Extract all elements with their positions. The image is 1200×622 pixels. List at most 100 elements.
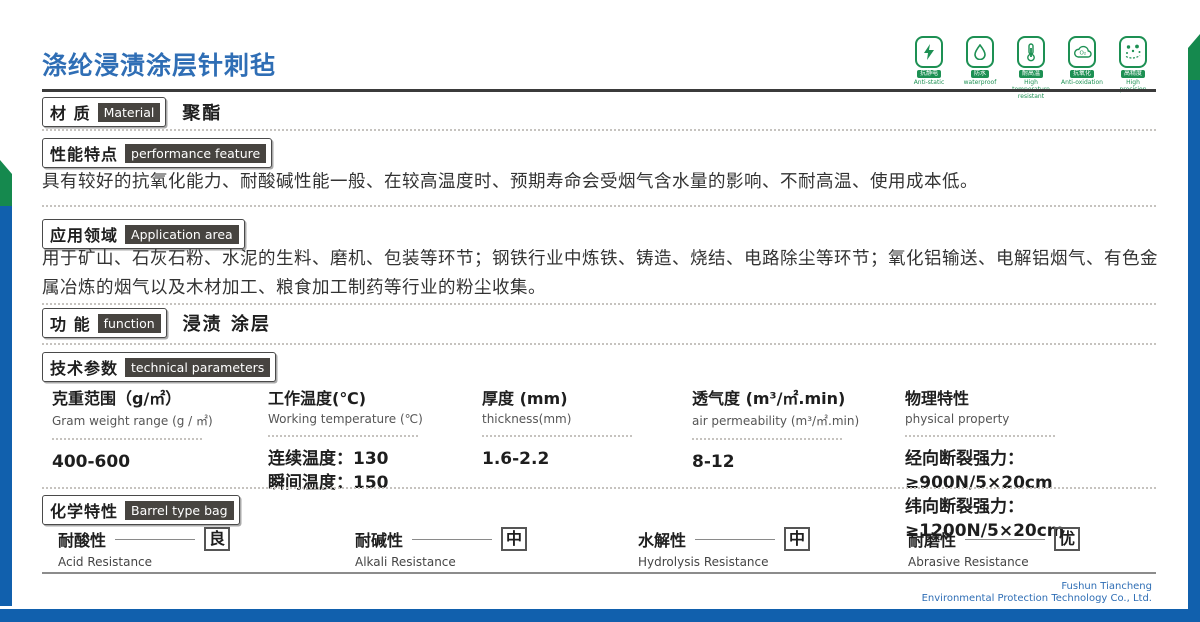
tech-col-thickness: 厚度 (mm) thickness(mm) 1.6-2.2 <box>482 385 692 543</box>
chem-item-row: 水解性 中 <box>638 527 908 551</box>
tech-col-title-cn: 厚度 (mm) <box>482 385 692 409</box>
tech-col-title-en: Gram weight range (g / ㎡) <box>52 412 268 429</box>
tech-col-value: 8-12 <box>692 450 905 474</box>
application-text: 用于矿山、石灰石粉、水泥的生料、磨机、包装等环节；钢铁行业中炼铁、铸造、烧结、电… <box>42 245 1160 303</box>
chem-connector-line <box>695 539 775 540</box>
icon-label-cn: 抗静电 <box>917 70 941 78</box>
tech-col-value: 1.6-2.2 <box>482 447 692 471</box>
chemical-row: 化学特性 Barrel type bag <box>42 495 240 525</box>
water-drop-icon <box>966 36 994 68</box>
icon-label-cn: 高精度 <box>1121 70 1145 78</box>
material-row: 材 质 Material 聚酯 <box>42 97 222 127</box>
product-spec-sheet: 涤纶浸渍涂层针刺毡 抗静电 Anti-static 防水 waterproof … <box>0 0 1200 622</box>
chem-name-cn: 耐磨性 <box>908 527 956 551</box>
icon-label-cn: 耐高温 <box>1019 70 1043 78</box>
function-label-cn: 功 能 <box>50 311 91 335</box>
right-blue-accent-strip <box>1188 80 1200 622</box>
dotted-divider <box>42 343 1156 345</box>
tech-col-title-cn: 工作温度(℃) <box>268 385 482 409</box>
tech-col-title-en: Working temperature (℃) <box>268 412 482 426</box>
tech-col-air-permeability: 透气度 (m³/㎡.min) air permeability (m³/㎡.mi… <box>692 385 905 543</box>
chem-name-cn: 耐碱性 <box>355 527 403 551</box>
chem-item-acid-resistance: 耐酸性 良 Acid Resistance <box>58 527 355 569</box>
chem-item-alkali-resistance: 耐碱性 中 Alkali Resistance <box>355 527 638 569</box>
dotted-divider <box>42 129 1156 131</box>
svg-text:O₂: O₂ <box>1079 51 1086 57</box>
material-value: 聚酯 <box>182 99 222 125</box>
tech-col-title-cn: 物理特性 <box>905 385 1160 409</box>
chem-item-abrasive-resistance: 耐磨性 优 Abrasive Resistance <box>908 527 1168 569</box>
tech-col-value: 瞬间温度：150 <box>268 471 482 495</box>
chem-rating-box: 良 <box>204 527 230 551</box>
chem-name-en: Abrasive Resistance <box>908 555 1168 569</box>
chem-connector-line <box>965 539 1045 540</box>
tech-col-physical-property: 物理特性 physical property 经向断裂强力：≥900N/5×20… <box>905 385 1160 543</box>
precision-dots-icon <box>1119 36 1147 68</box>
material-label-en-badge: Material <box>98 103 161 122</box>
chemical-section-label: 化学特性 Barrel type bag <box>42 495 240 525</box>
icon-label-cn: 防水 <box>971 70 989 78</box>
page-title: 涤纶浸渍涂层针刺毡 <box>42 46 276 82</box>
dotted-divider <box>42 487 1156 489</box>
performance-label-cn: 性能特点 <box>50 141 118 165</box>
dotted-divider <box>42 303 1156 305</box>
lightning-bolt-icon <box>915 36 943 68</box>
chem-name-cn: 耐酸性 <box>58 527 106 551</box>
function-row: 功 能 function 浸渍 涂层 <box>42 308 271 338</box>
chem-name-cn: 水解性 <box>638 527 686 551</box>
tech-col-dotted-rule <box>268 435 418 437</box>
tech-col-working-temperature: 工作温度(℃) Working temperature (℃) 连续温度：130… <box>268 385 482 543</box>
performance-label-en-badge: performance feature <box>125 144 266 163</box>
bottom-blue-bar <box>0 609 1200 622</box>
tech-col-title-cn: 克重范围（g/㎡） <box>52 385 268 409</box>
technical-label-cn: 技术参数 <box>50 355 118 379</box>
technical-row: 技术参数 technical parameters <box>42 352 276 382</box>
tech-col-title-en: physical property <box>905 412 1160 426</box>
tech-col-dotted-rule <box>905 435 1055 437</box>
function-section-label: 功 能 function <box>42 308 167 338</box>
technical-section-label: 技术参数 technical parameters <box>42 352 276 382</box>
icon-label-en: waterproof <box>964 79 997 86</box>
tech-col-dotted-rule <box>482 435 632 437</box>
performance-section-label: 性能特点 performance feature <box>42 138 272 168</box>
function-value: 浸渍 涂层 <box>183 310 271 336</box>
chem-connector-line <box>115 539 195 540</box>
material-label-cn: 材 质 <box>50 100 91 124</box>
chem-rating-box: 优 <box>1054 527 1080 551</box>
left-green-accent-strip <box>0 160 12 210</box>
footer-company-line1: Fushun Tiancheng <box>922 581 1152 593</box>
tech-col-value: 400-600 <box>52 450 268 474</box>
chemical-properties-grid: 耐酸性 良 Acid Resistance 耐碱性 中 Alkali Resis… <box>58 527 1168 569</box>
dotted-divider <box>42 205 1156 207</box>
chem-rating-box: 中 <box>501 527 527 551</box>
tech-col-value: 连续温度：130 <box>268 447 482 471</box>
chem-name-en: Acid Resistance <box>58 555 355 569</box>
footer-company: Fushun Tiancheng Environmental Protectio… <box>922 581 1152 605</box>
header-rule <box>42 89 1156 92</box>
icon-label-cn: 抗氧化 <box>1070 70 1094 78</box>
tech-col-dotted-rule <box>52 438 202 440</box>
technical-label-en-badge: technical parameters <box>125 358 270 377</box>
icon-label-en: Anti-oxidation <box>1061 79 1103 86</box>
cloud-oxidation-icon: O₂ <box>1068 36 1096 68</box>
application-label-cn: 应用领域 <box>50 222 118 246</box>
chem-name-en: Alkali Resistance <box>355 555 638 569</box>
tech-col-dotted-rule <box>692 438 842 440</box>
tech-col-title-cn: 透气度 (m³/㎡.min) <box>692 385 905 409</box>
chem-connector-line <box>412 539 492 540</box>
footer-rule <box>42 572 1156 574</box>
chem-item-row: 耐磨性 优 <box>908 527 1168 551</box>
performance-text: 具有较好的抗氧化能力、耐酸碱性能一般、在较高温度时、预期寿命会受烟气含水量的影响… <box>42 168 1160 197</box>
chemical-label-cn: 化学特性 <box>50 498 118 522</box>
performance-row: 性能特点 performance feature <box>42 138 272 168</box>
material-section-label: 材 质 Material <box>42 97 166 127</box>
thermometer-icon <box>1017 36 1045 68</box>
chem-item-row: 耐酸性 良 <box>58 527 355 551</box>
left-blue-accent-strip <box>0 206 12 606</box>
chem-rating-box: 中 <box>784 527 810 551</box>
chemical-label-en-badge: Barrel type bag <box>125 501 234 520</box>
footer-company-line2: Environmental Protection Technology Co.,… <box>922 593 1152 605</box>
application-label-en-badge: Application area <box>125 225 239 244</box>
chem-item-hydrolysis-resistance: 水解性 中 Hydrolysis Resistance <box>638 527 908 569</box>
tech-col-title-en: thickness(mm) <box>482 412 692 426</box>
